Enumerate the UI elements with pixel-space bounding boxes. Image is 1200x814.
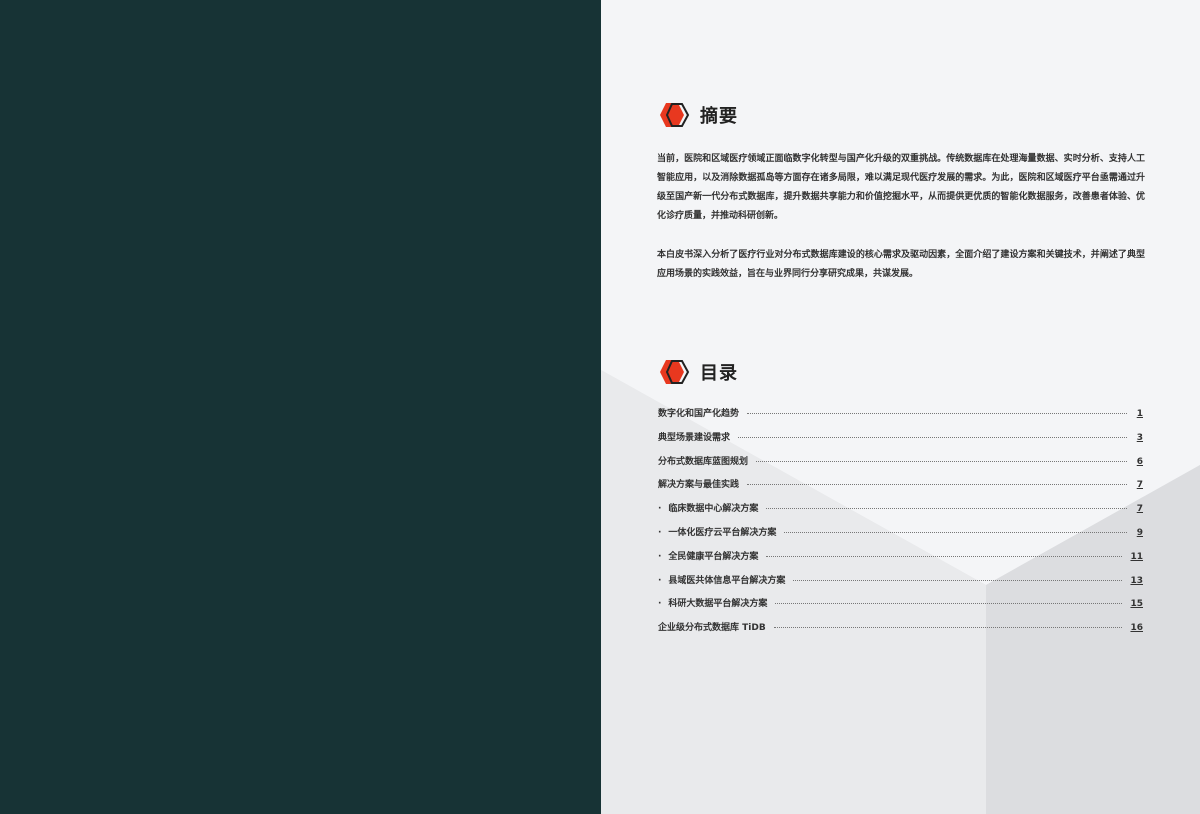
summary-paragraph-2: 本白皮书深入分析了医疗行业对分布式数据库建设的核心需求及驱动因素，全面介绍了建设… <box>657 250 1145 279</box>
toc-title: 目录 <box>700 363 738 384</box>
toc-entry[interactable]: 县域医共体信息平台解决方案 13 <box>658 573 1143 597</box>
toc-leader-dots <box>747 484 1127 486</box>
toc-page-number[interactable]: 6 <box>1135 457 1143 467</box>
toc-leader-dots <box>773 627 1123 629</box>
toc-entry-label: 临床数据中心解决方案 <box>658 501 758 514</box>
toc-entry-label: 数字化和国产化趋势 <box>658 409 740 419</box>
toc-entry[interactable]: 数字化和国产化趋势 1 <box>658 406 1143 430</box>
cover-back-panel <box>0 0 601 814</box>
toc-page-number[interactable]: 1 <box>1135 409 1143 419</box>
toc-leader-dots <box>756 460 1127 462</box>
toc-entry[interactable]: 科研大数据平台解决方案 15 <box>658 596 1143 620</box>
toc-leader-dots <box>747 413 1127 414</box>
toc-entry[interactable]: 一体化医疗云平台解决方案 9 <box>658 525 1143 549</box>
toc-leader-dots <box>793 579 1123 581</box>
toc-entry-label: 企业级分布式数据库 TiDB <box>658 623 766 634</box>
toc-entry-label: 解决方案与最佳实践 <box>658 480 740 491</box>
toc-page-number[interactable]: 11 <box>1130 552 1143 562</box>
toc-entry-label: 县域医共体信息平台解决方案 <box>658 573 785 586</box>
toc-page-number[interactable]: 15 <box>1130 599 1143 609</box>
toc-page-number[interactable]: 3 <box>1135 433 1143 443</box>
toc-leader-dots <box>738 436 1127 438</box>
summary-title: 摘要 <box>700 106 738 127</box>
toc-entry[interactable]: 解决方案与最佳实践 7 <box>658 477 1143 501</box>
summary-body: 当前，医院和区域医疗领域正面临数字化转型与国产化升级的双重挑战。传统数据库在处理… <box>657 150 1145 304</box>
hexagon-logo-icon <box>660 360 690 384</box>
toc-leader-dots <box>766 508 1127 510</box>
toc-leader-dots <box>784 531 1127 533</box>
hexagon-logo-icon <box>660 103 690 127</box>
toc-entry[interactable]: 临床数据中心解决方案 7 <box>658 501 1143 525</box>
table-of-contents: 数字化和国产化趋势 1 典型场景建设需求 3 分布式数据库蓝图规划 6 解决方案与最佳实践 7… <box>658 406 1143 644</box>
content-page: 摘要 当前，医院和区域医疗领域正面临数字化转型与国产化升级的双重挑战。传统数据库… <box>601 0 1200 814</box>
toc-entry-label: 一体化医疗云平台解决方案 <box>658 525 776 538</box>
toc-entry-label: 分布式数据库蓝图规划 <box>658 456 749 467</box>
toc-entry[interactable]: 分布式数据库蓝图规划 6 <box>658 454 1143 478</box>
summary-paragraph-1: 当前，医院和区域医疗领域正面临数字化转型与国产化升级的双重挑战。传统数据库在处理… <box>657 154 1145 221</box>
toc-leader-dots <box>766 555 1123 557</box>
toc-leader-dots <box>775 603 1123 605</box>
toc-page-number[interactable]: 16 <box>1130 623 1143 633</box>
toc-page-number[interactable]: 7 <box>1135 480 1143 490</box>
toc-entry[interactable]: 典型场景建设需求 3 <box>658 430 1143 454</box>
toc-heading: 目录 <box>658 359 738 385</box>
toc-page-number[interactable]: 7 <box>1135 504 1143 514</box>
toc-page-number[interactable]: 9 <box>1135 528 1143 538</box>
toc-entry[interactable]: 全民健康平台解决方案 11 <box>658 549 1143 573</box>
toc-entry[interactable]: 企业级分布式数据库 TiDB 16 <box>658 620 1143 644</box>
summary-heading: 摘要 <box>658 102 738 128</box>
toc-entry-label: 全民健康平台解决方案 <box>658 549 758 562</box>
toc-page-number[interactable]: 13 <box>1130 576 1143 586</box>
toc-entry-label: 科研大数据平台解决方案 <box>658 596 767 609</box>
toc-entry-label: 典型场景建设需求 <box>658 432 731 443</box>
